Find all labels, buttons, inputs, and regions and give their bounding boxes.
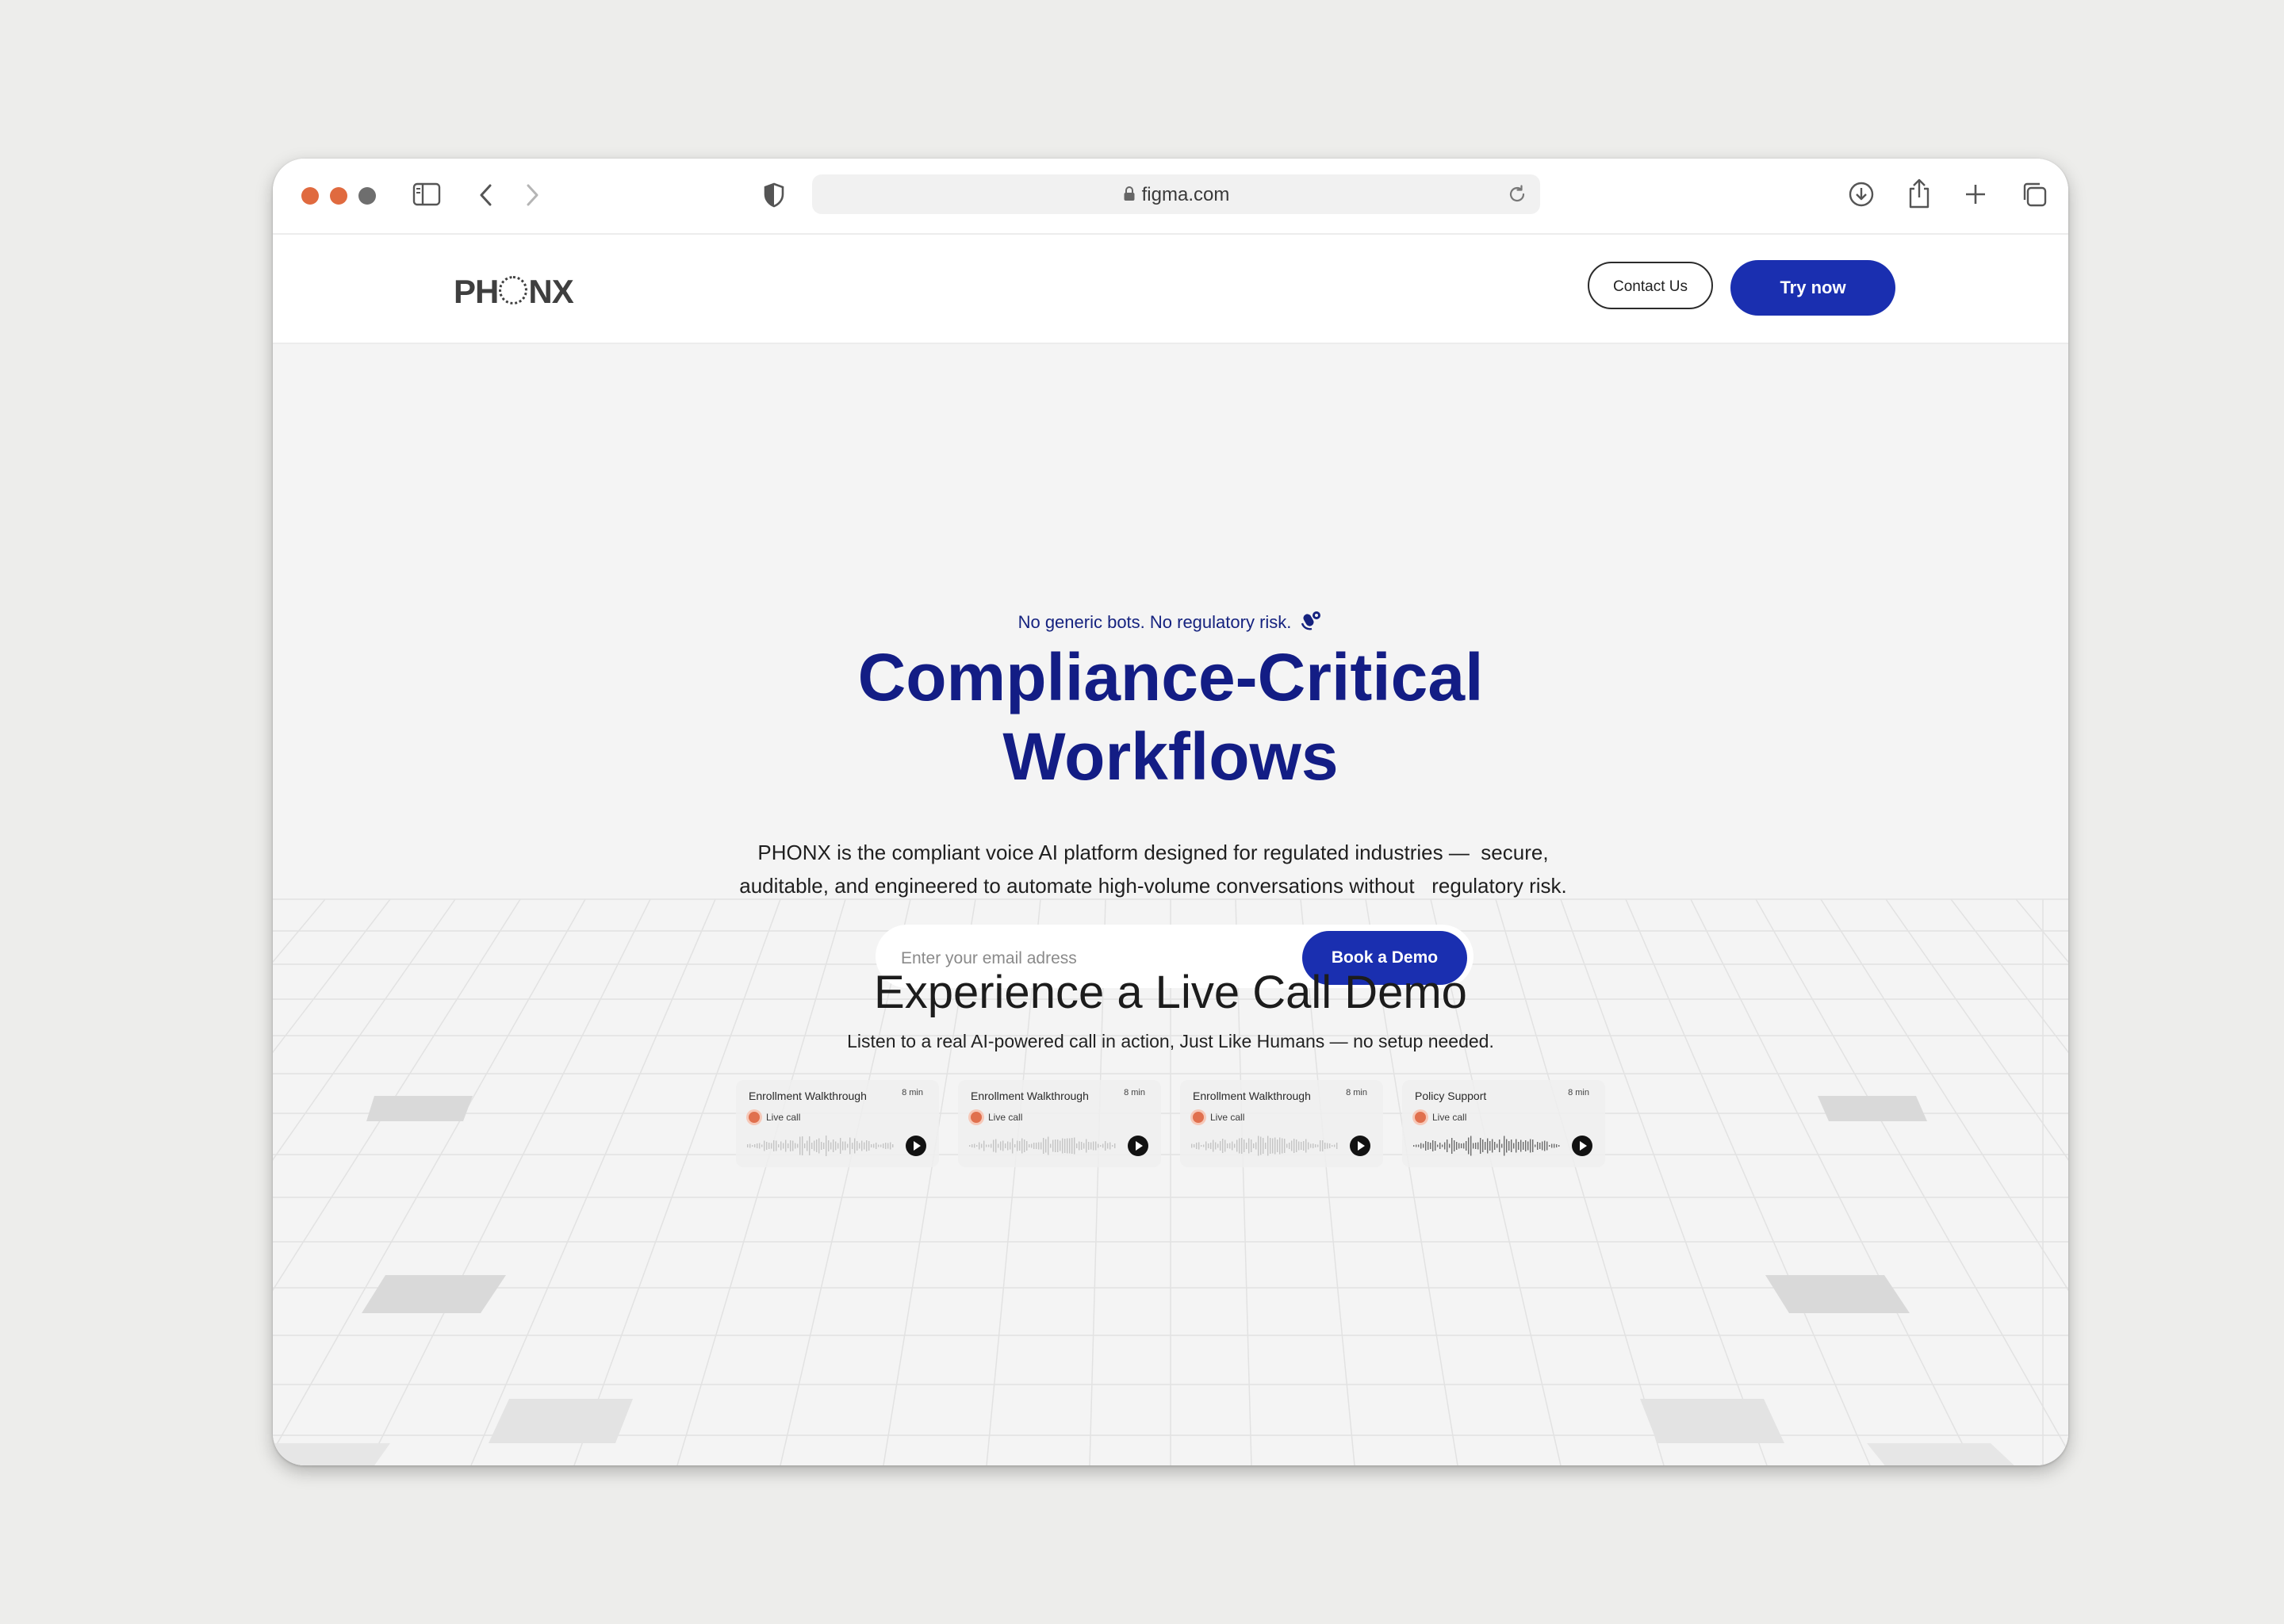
zoom-window-button[interactable] — [358, 187, 376, 205]
call-card-duration: 8 min — [902, 1088, 923, 1097]
live-call-label: Live call — [766, 1112, 801, 1123]
reload-icon[interactable] — [1507, 184, 1527, 205]
minimize-window-button[interactable] — [330, 187, 347, 205]
logo-text-left: PH — [454, 273, 499, 310]
sidebar-icon[interactable] — [412, 182, 441, 206]
live-call-label: Live call — [988, 1112, 1023, 1123]
play-icon — [914, 1141, 921, 1151]
try-now-button[interactable]: Try now — [1730, 260, 1895, 316]
download-icon[interactable] — [1848, 181, 1875, 208]
address-bar[interactable]: figma.com — [812, 174, 1540, 214]
call-card-title: Policy Support — [1415, 1090, 1487, 1102]
demo-section-subtitle: Listen to a real AI-powered call in acti… — [847, 1031, 1494, 1051]
site-header: PH NX Contact Us Try now — [273, 235, 2068, 344]
forward-icon[interactable] — [523, 182, 541, 208]
play-icon — [1136, 1141, 1143, 1151]
hero-headline: Compliance-Critical Workflows — [273, 638, 2068, 796]
share-icon[interactable] — [1907, 178, 1932, 209]
call-card-duration: 8 min — [1124, 1088, 1145, 1097]
shield-icon[interactable] — [763, 182, 785, 208]
live-call-label: Live call — [1432, 1112, 1467, 1123]
browser-window: figma.com PH NX Contact Us Try now No ge… — [273, 159, 2068, 1465]
microphone-icon — [1299, 609, 1323, 638]
call-card-duration: 8 min — [1568, 1088, 1589, 1097]
call-card[interactable]: Policy Support 8 min Live call — [1402, 1080, 1605, 1167]
live-indicator-dot — [971, 1112, 982, 1123]
play-button[interactable] — [1350, 1136, 1370, 1156]
lock-icon — [1123, 185, 1136, 207]
call-card-title: Enrollment Walkthrough — [1193, 1090, 1311, 1102]
close-window-button[interactable] — [301, 187, 319, 205]
play-button[interactable] — [906, 1136, 926, 1156]
description-line-2: auditable, and engineered to automate hi… — [739, 874, 1567, 898]
perspective-grid-background — [273, 344, 2068, 1465]
play-icon — [1358, 1141, 1365, 1151]
call-card[interactable]: Enrollment Walkthrough 8 min Live call — [1180, 1080, 1383, 1167]
live-indicator-dot — [749, 1112, 760, 1123]
hero-tagline: No generic bots. No regulatory risk. — [273, 609, 2068, 638]
call-card[interactable]: Enrollment Walkthrough 8 min Live call — [958, 1080, 1161, 1167]
headline-line-1: Compliance-Critical — [857, 640, 1484, 714]
demo-section-title: Experience a Live Call Demo — [874, 967, 1467, 1018]
logo-text-right: NX — [528, 273, 573, 310]
tabs-overview-icon[interactable] — [2021, 181, 2048, 208]
call-demo-cards: Enrollment Walkthrough 8 min Live call E… — [736, 1080, 1608, 1167]
new-tab-icon[interactable] — [1964, 182, 1987, 206]
live-indicator-dot — [1415, 1112, 1426, 1123]
browser-toolbar: figma.com — [273, 159, 2068, 235]
phonx-logo[interactable]: PH NX — [454, 273, 574, 311]
headline-line-2: Workflows — [1002, 719, 1339, 794]
play-button[interactable] — [1128, 1136, 1148, 1156]
url-text: figma.com — [1141, 184, 1230, 205]
call-card-title: Enrollment Walkthrough — [971, 1090, 1089, 1102]
description-line-1: PHONX is the compliant voice AI platform… — [757, 841, 1549, 864]
tagline-text: No generic bots. No regulatory risk. — [1017, 611, 1292, 632]
waveform-icon — [747, 1136, 894, 1156]
back-icon[interactable] — [477, 182, 495, 208]
waveform-icon — [969, 1136, 1116, 1155]
call-card[interactable]: Enrollment Walkthrough 8 min Live call — [736, 1080, 939, 1167]
waveform-icon — [1413, 1136, 1560, 1156]
hero-section: No generic bots. No regulatory risk. Com… — [273, 344, 2068, 1465]
hero-description: PHONX is the compliant voice AI platform… — [717, 836, 1589, 902]
play-button[interactable] — [1572, 1136, 1592, 1156]
play-icon — [1580, 1141, 1587, 1151]
live-call-label: Live call — [1210, 1112, 1245, 1123]
contact-us-button[interactable]: Contact Us — [1588, 262, 1713, 309]
waveform-icon — [1191, 1136, 1338, 1156]
live-indicator-dot — [1193, 1112, 1204, 1123]
call-card-title: Enrollment Walkthrough — [749, 1090, 867, 1102]
logo-o-mark-icon — [499, 276, 528, 304]
call-card-duration: 8 min — [1346, 1088, 1367, 1097]
